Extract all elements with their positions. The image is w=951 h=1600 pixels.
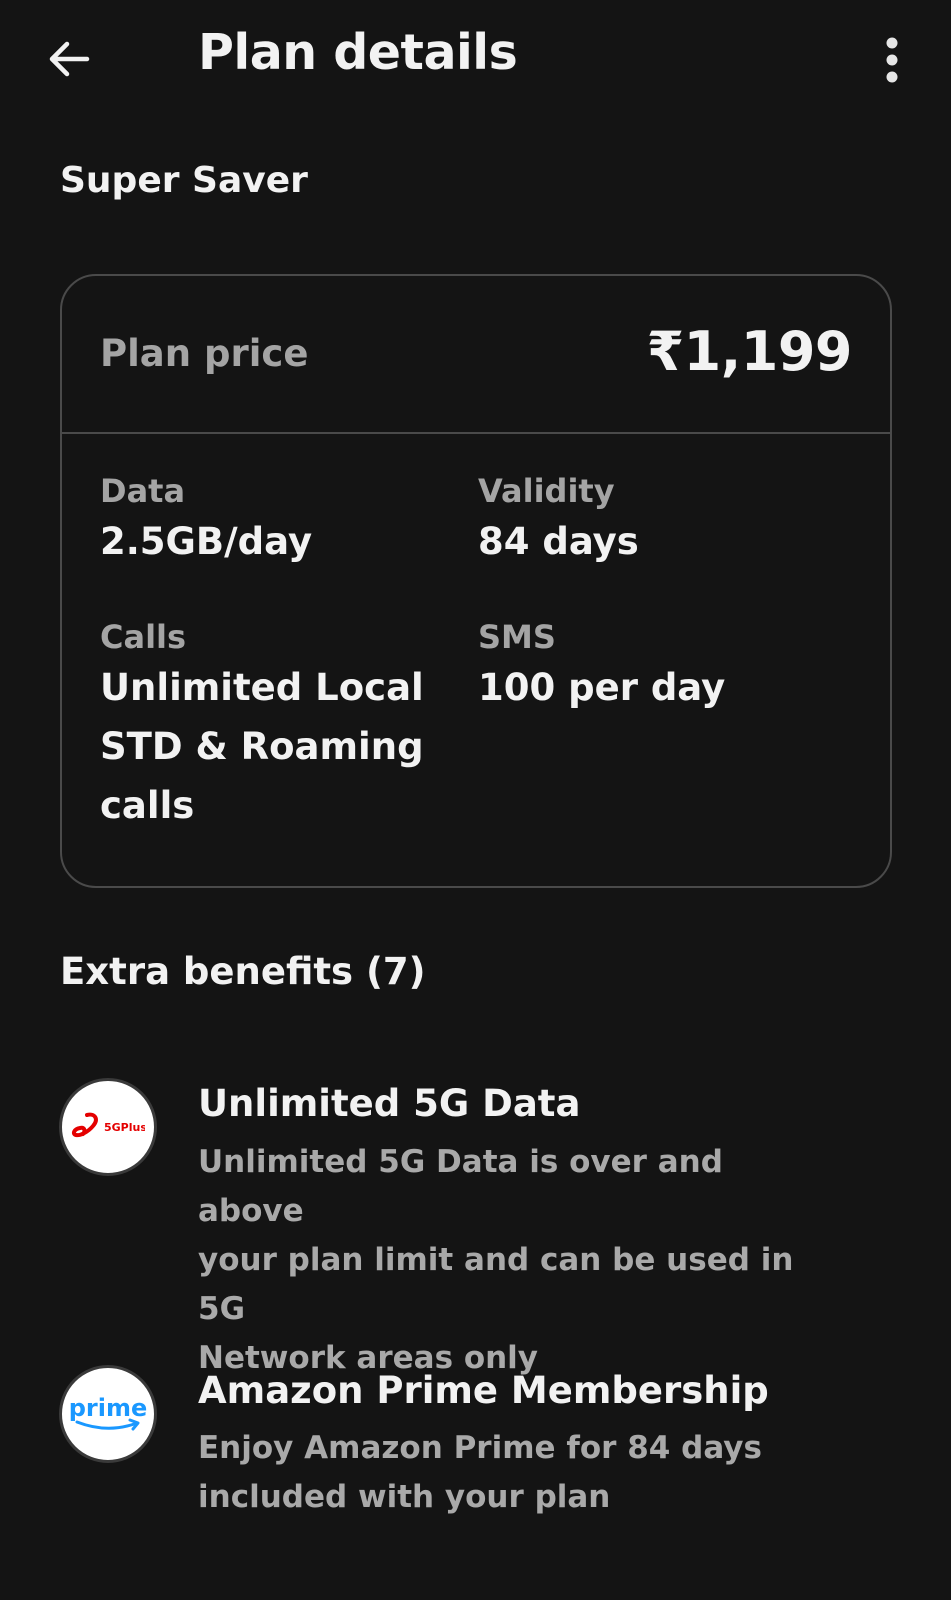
page-title: Plan details [198,24,518,81]
calls-label: Calls [100,618,187,656]
extra-benefits-title: Extra benefits (7) [60,950,426,993]
data-label: Data [100,472,186,510]
benefit-description: Unlimited 5G Data is over and above your… [198,1138,838,1383]
calls-value: Unlimited Local STD & Roaming calls [100,658,424,835]
benefit-title: Unlimited 5G Data [198,1082,581,1125]
calls-value-line: STD & Roaming [100,725,424,768]
calls-value-line: Unlimited Local [100,666,424,709]
more-options-button[interactable] [862,30,922,90]
prime-logo-mark: prime [69,1394,148,1431]
calls-value-line: calls [100,784,195,827]
validity-label: Validity [478,472,615,510]
benefit-description: Enjoy Amazon Prime for 84 days included … [198,1424,838,1522]
more-vert-icon [886,37,898,83]
benefit-description-line: included with your plan [198,1479,611,1515]
back-button[interactable] [38,28,100,90]
arrow-left-icon [49,41,90,77]
plan-price-value: ₹1,199 [646,320,853,383]
amazon-prime-icon: prime [59,1365,157,1463]
sms-value: 100 per day [478,666,726,709]
logo-text: 5GPlus [104,1121,145,1134]
plan-price-row: Plan price ₹1,199 [62,276,890,434]
sms-label: SMS [478,618,556,656]
airtel-logo-mark: 5GPlus [71,1112,145,1138]
data-value: 2.5GB/day [100,520,313,563]
logo-text: prime [69,1394,148,1422]
plan-card: Plan price ₹1,199 Data 2.5GB/day Validit… [60,274,892,888]
plan-name: Super Saver [60,160,308,201]
validity-value: 84 days [478,520,639,563]
benefit-description-line: Unlimited 5G Data is over and above [198,1144,723,1229]
airtel-5gplus-icon: 5GPlus [59,1078,157,1176]
benefit-title: Amazon Prime Membership [198,1369,769,1412]
top-app-bar: Plan details [0,0,951,112]
benefit-description-line: your plan limit and can be used in 5G [198,1242,794,1327]
benefit-description-line: Enjoy Amazon Prime for 84 days [198,1430,762,1466]
plan-price-label: Plan price [100,332,309,375]
